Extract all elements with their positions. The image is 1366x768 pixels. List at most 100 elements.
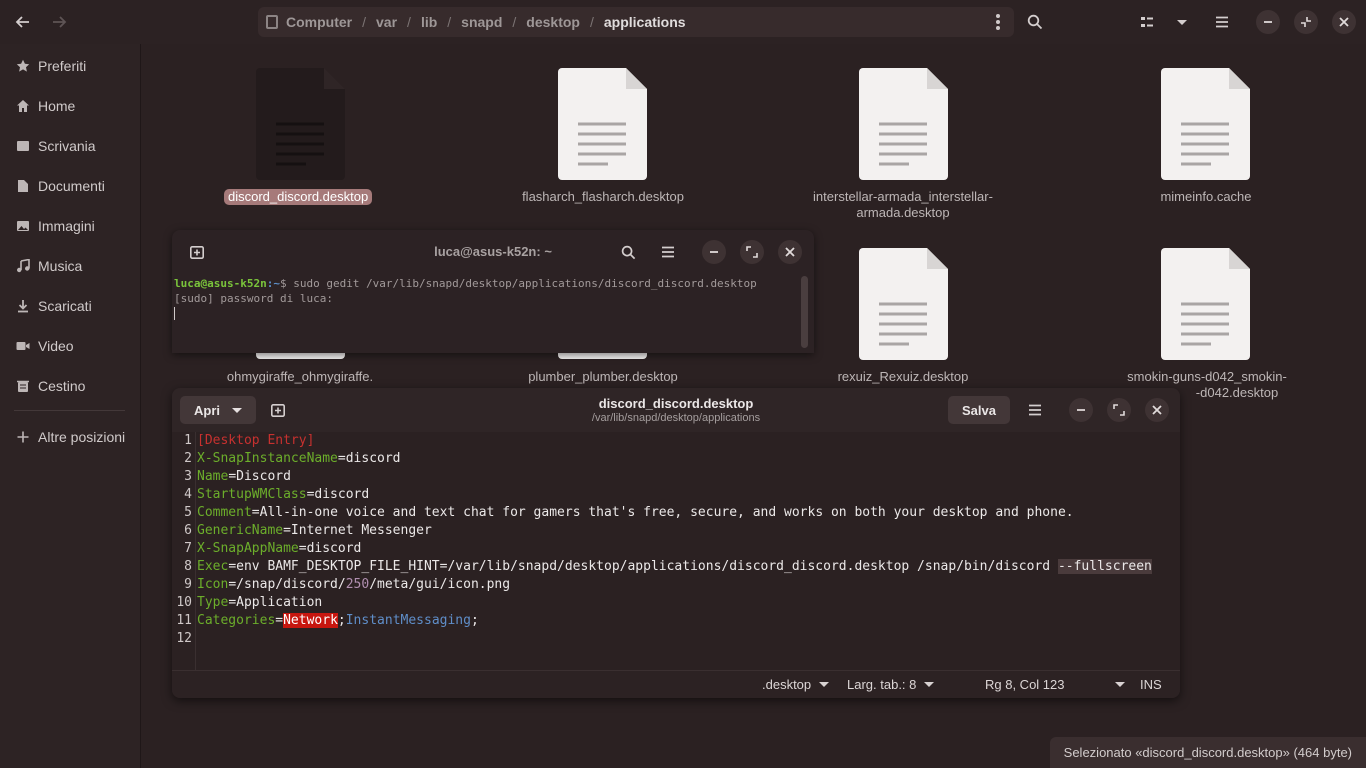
- file-icon-interstellar-armada[interactable]: [859, 68, 948, 180]
- chevron-down-icon: [232, 407, 242, 413]
- terminal-close-button[interactable]: [778, 240, 802, 264]
- tab-width-label: Larg. tab.: 8: [847, 677, 917, 692]
- hamburger-icon: [1029, 404, 1041, 416]
- code-line: Name=Discord: [197, 469, 291, 484]
- line-number: 9: [184, 577, 192, 592]
- code-token: InstantMessaging: [345, 613, 471, 628]
- code-token: =: [275, 613, 284, 628]
- prompt-symbol: $: [279, 277, 287, 290]
- sidebar-item-preferiti[interactable]: Preferiti: [0, 46, 141, 86]
- list-view-icon: [1141, 17, 1153, 27]
- terminal-output[interactable]: luca@asus-k52n:~$ sudo gedit /var/lib/sn…: [174, 276, 757, 320]
- line-number: 2: [184, 451, 192, 466]
- code-token: X-SnapAppName: [197, 541, 299, 556]
- maximize-icon: [746, 246, 758, 258]
- line-number: 4: [184, 487, 192, 502]
- crumb-desktop[interactable]: desktop: [526, 14, 580, 30]
- file-label-rexuiz[interactable]: rexuiz_Rexuiz.desktop: [803, 369, 1003, 385]
- terminal-maximize-button[interactable]: [740, 240, 764, 264]
- text-file-icon: [256, 68, 345, 180]
- file-icon-rexuiz[interactable]: [859, 248, 948, 360]
- sidebar-item-cestino[interactable]: Cestino: [0, 366, 141, 406]
- sidebar-item-scrivania[interactable]: Scrivania: [0, 126, 141, 166]
- editor-minimize-button[interactable]: [1069, 398, 1093, 422]
- code-token: Comment: [197, 505, 252, 520]
- file-label-ohmygiraffe[interactable]: ohmygiraffe_ohmygiraffe.: [200, 369, 400, 385]
- crumb-separator: /: [407, 14, 411, 30]
- open-button[interactable]: Apri: [180, 396, 256, 424]
- code-line: Exec=env BAMF_DESKTOP_FILE_HINT=/var/lib…: [197, 559, 1152, 574]
- line-number: 8: [184, 559, 192, 574]
- code-token: =discord: [337, 451, 401, 466]
- path-bar[interactable]: Computer / var / lib / snapd / desktop /…: [258, 7, 1014, 37]
- file-icon-smokin-guns[interactable]: [1161, 248, 1250, 360]
- sidebar-item-label: Altre posizioni: [38, 429, 126, 445]
- back-button[interactable]: [10, 10, 36, 34]
- tab-width-selector[interactable]: Larg. tab.: 8: [847, 677, 935, 692]
- code-line: Comment=All-in-one voice and text chat f…: [197, 505, 1074, 520]
- line-number: 12: [176, 631, 192, 646]
- terminal-scrollbar[interactable]: [801, 276, 808, 348]
- file-icon-flasharch[interactable]: [558, 68, 647, 180]
- forward-button[interactable]: [46, 10, 72, 34]
- crumb-var[interactable]: var: [376, 14, 397, 30]
- crumb-applications[interactable]: applications: [604, 14, 686, 30]
- code-token: =Application: [228, 595, 323, 610]
- code-line: Type=Application: [197, 595, 322, 610]
- code-line: [Desktop Entry]: [197, 433, 314, 448]
- document-path: /var/lib/snapd/desktop/applications: [591, 412, 761, 424]
- main-menu-button[interactable]: [1209, 10, 1235, 34]
- unmaximize-button[interactable]: [1294, 10, 1318, 34]
- sidebar-item-altre-posizioni[interactable]: Altre posizioni: [0, 417, 141, 457]
- crumb-snapd[interactable]: snapd: [461, 14, 502, 30]
- sidebar-item-immagini[interactable]: Immagini: [0, 206, 141, 246]
- new-document-button[interactable]: [266, 400, 290, 420]
- code-token: /meta/gui/icon.png: [369, 577, 511, 592]
- editor-maximize-button[interactable]: [1107, 398, 1131, 422]
- crumb-computer[interactable]: Computer: [286, 14, 352, 30]
- view-options-button[interactable]: [1170, 10, 1194, 34]
- terminal-search-button[interactable]: [616, 242, 640, 262]
- more-vertical-icon[interactable]: [996, 14, 1000, 30]
- terminal-minimize-button[interactable]: [702, 240, 726, 264]
- file-label-mimeinfo[interactable]: mimeinfo.cache: [1106, 189, 1306, 205]
- cursor-position-selector[interactable]: Rg 8, Col 123: [985, 677, 1125, 692]
- sidebar-item-video[interactable]: Video: [0, 326, 141, 366]
- hamburger-icon: [1216, 16, 1228, 28]
- restore-icon: [1301, 17, 1311, 27]
- editor-close-button[interactable]: [1145, 398, 1169, 422]
- trash-icon: [15, 378, 31, 394]
- sidebar-item-home[interactable]: Home: [0, 86, 141, 126]
- terminal-window[interactable]: luca@asus-k52n: ~ luca@asus-k52n:~$ sudo…: [172, 230, 814, 353]
- file-label-discord[interactable]: discord_discord.desktop: [224, 189, 373, 205]
- minimize-button[interactable]: [1256, 10, 1280, 34]
- crumb-lib[interactable]: lib: [421, 14, 437, 30]
- sidebar-divider: [14, 410, 125, 411]
- save-button[interactable]: Salva: [948, 396, 1010, 424]
- sidebar-item-label: Video: [38, 338, 74, 354]
- selection-status: Selezionato «discord_discord.desktop» (4…: [1049, 737, 1366, 768]
- close-button[interactable]: [1332, 10, 1356, 34]
- code-token: =/snap/discord/: [228, 577, 346, 592]
- search-button[interactable]: [1022, 10, 1048, 34]
- file-label-plumber[interactable]: plumber_plumber.desktop: [503, 369, 703, 385]
- sidebar-item-musica[interactable]: Musica: [0, 246, 141, 286]
- sidebar-item-documenti[interactable]: Documenti: [0, 166, 141, 206]
- open-button-label: Apri: [194, 402, 220, 418]
- view-toggle-button[interactable]: [1134, 10, 1160, 34]
- text-view[interactable]: 1 2 3 4 5 6 7 8 9 10 11 12 [Desktop Entry] X-SnapIns…: [172, 432, 1180, 670]
- file-label-flasharch[interactable]: flasharch_flasharch.desktop: [503, 189, 703, 205]
- file-icon-mimeinfo[interactable]: [1161, 68, 1250, 180]
- language-selector[interactable]: .desktop: [762, 677, 830, 692]
- sidebar-item-label: Home: [38, 98, 76, 114]
- terminal-menu-button[interactable]: [656, 242, 680, 262]
- terminal-output-line: [sudo] password di luca:: [174, 292, 333, 305]
- plus-icon: [15, 429, 31, 445]
- sidebar-item-scaricati[interactable]: Scaricati: [0, 286, 141, 326]
- code-token: =env BAMF_DESKTOP_FILE_HINT=/var/lib/sna…: [228, 559, 1058, 574]
- file-icon-discord[interactable]: [256, 68, 345, 180]
- code-token: Categories: [197, 613, 276, 628]
- editor-menu-button[interactable]: [1023, 400, 1047, 420]
- file-label-interstellar-armada[interactable]: interstellar-armada_interstellar- armada…: [793, 189, 1013, 221]
- sidebar-item-label: Immagini: [38, 218, 95, 234]
